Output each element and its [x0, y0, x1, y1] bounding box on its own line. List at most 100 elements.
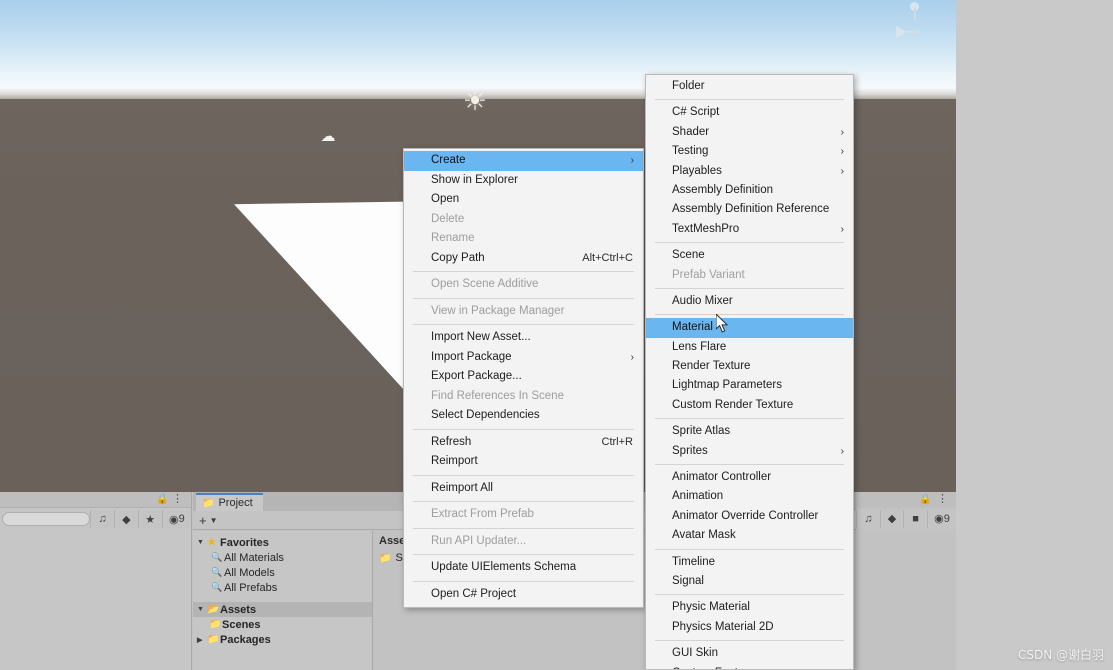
asset-context-menu[interactable]: Create › Show in Explorer Open Delete Re… — [403, 148, 644, 608]
submenu-item-lens-flare[interactable]: Lens Flare — [646, 338, 853, 357]
menu-item-open[interactable]: Open — [404, 190, 643, 210]
menu-item-import-package[interactable]: Import Package › — [404, 348, 643, 368]
tab-project-label: Project — [218, 497, 253, 509]
tab-project[interactable]: 📁 Project — [196, 493, 263, 511]
gizmos-toggle[interactable]: ■ — [903, 509, 927, 528]
cloud-icon[interactable]: ☁ — [316, 128, 340, 146]
tree-item-favorites[interactable]: ▼ ★ Favorites — [193, 535, 372, 550]
submenu-item-custom-render-texture[interactable]: Custom Render Texture — [646, 396, 853, 415]
submenu-item-textmeshpro[interactable]: TextMeshPro › — [646, 220, 853, 239]
submenu-item-testing[interactable]: Testing › — [646, 142, 853, 161]
layers-eye-icon: ◉ — [168, 513, 179, 526]
tree-item-all-models[interactable]: 🔍 All Models — [193, 565, 372, 580]
menu-item-open-csharp-project[interactable]: Open C# Project — [404, 585, 643, 605]
submenu-item-timeline[interactable]: Timeline — [646, 553, 853, 572]
tree-item-scenes[interactable]: 📁 Scenes — [193, 617, 372, 632]
menu-separator — [655, 242, 844, 244]
layers-eye-icon: ◉ — [934, 513, 944, 525]
submenu-item-label: Testing — [672, 145, 709, 158]
menu-separator — [413, 501, 634, 502]
project-tree[interactable]: ▼ ★ Favorites 🔍 All Materials 🔍 All Mode… — [193, 531, 373, 670]
layers-count-button[interactable]: ◉ 9 — [926, 509, 956, 528]
submenu-item-shader[interactable]: Shader › — [646, 123, 853, 142]
menu-item-select-dependencies[interactable]: Select Dependencies — [404, 406, 643, 426]
menu-separator — [413, 297, 634, 299]
submenu-item-label: Material — [672, 321, 713, 334]
submenu-item-gui-skin[interactable]: GUI Skin — [646, 644, 853, 663]
audio-listener-toggle[interactable]: ♫ — [90, 510, 114, 528]
audio-listener-toggle[interactable]: ♫ — [856, 509, 880, 528]
menu-separator — [655, 464, 844, 466]
menu-item-label: Reimport — [431, 455, 478, 467]
submenu-item-label: Lightmap Parameters — [672, 379, 782, 392]
menu-item-update-uielements-schema[interactable]: Update UIElements Schema — [404, 558, 643, 578]
tree-item-label: All Models — [224, 566, 275, 579]
submenu-item-avatar-mask[interactable]: Avatar Mask — [646, 526, 853, 545]
folder-icon: 📁 — [207, 634, 220, 645]
gizmo-axis-x — [896, 26, 907, 38]
sun-icon[interactable]: ☀ — [460, 86, 490, 116]
submenu-item-folder[interactable]: Folder — [646, 77, 853, 96]
search-input[interactable] — [2, 512, 91, 526]
menu-item-export-package[interactable]: Export Package... — [404, 367, 643, 387]
submenu-item-csharp-script[interactable]: C# Script — [646, 103, 853, 122]
submenu-item-render-texture[interactable]: Render Texture — [646, 357, 853, 376]
create-submenu[interactable]: Folder C# Script Shader › Testing › Play… — [645, 74, 854, 670]
submenu-item-label: Prefab Variant — [672, 268, 745, 281]
submenu-item-signal[interactable]: Signal — [646, 572, 853, 591]
menu-item-reimport[interactable]: Reimport — [404, 452, 643, 472]
menu-item-import-new-asset[interactable]: Import New Asset... — [404, 328, 643, 348]
tree-item-all-materials[interactable]: 🔍 All Materials — [193, 550, 372, 565]
menu-item-show-in-explorer[interactable]: Show in Explorer — [404, 171, 643, 191]
chevron-down-icon[interactable]: ▼ — [197, 606, 207, 613]
submenu-item-animator-controller[interactable]: Animator Controller — [646, 468, 853, 487]
lock-icon[interactable]: 🔒 — [156, 494, 168, 506]
menu-item-refresh[interactable]: Refresh Ctrl+R — [404, 433, 643, 453]
submenu-item-animator-override-controller[interactable]: Animator Override Controller — [646, 507, 853, 526]
menu-item-shortcut: Ctrl+R — [601, 435, 633, 448]
kebab-menu-icon[interactable]: ⋮ — [937, 493, 948, 506]
inspector-column — [956, 0, 1113, 670]
tree-item-all-prefabs[interactable]: 🔍 All Prefabs — [193, 580, 372, 595]
gizmos-star-toggle[interactable]: ★ — [137, 510, 162, 528]
lock-icon[interactable]: 🔒 — [919, 494, 931, 506]
submenu-item-sprites[interactable]: Sprites › — [646, 442, 853, 461]
chevron-down-icon[interactable]: ▼ — [197, 539, 207, 546]
fx-toggle[interactable]: ◆ — [113, 510, 138, 528]
menu-item-reimport-all[interactable]: Reimport All — [404, 479, 643, 499]
submenu-item-physics-material-2d[interactable]: Physics Material 2D — [646, 618, 853, 637]
submenu-item-label: Animation — [672, 490, 724, 503]
submenu-item-label: Audio Mixer — [672, 294, 733, 307]
add-asset-button[interactable]: + — [199, 513, 207, 528]
submenu-item-audio-mixer[interactable]: Audio Mixer — [646, 292, 853, 311]
menu-separator — [413, 474, 634, 476]
search-icon: 🔍 — [211, 552, 223, 562]
submenu-item-label: Lens Flare — [672, 340, 727, 353]
submenu-item-animation[interactable]: Animation — [646, 487, 853, 506]
chevron-right-icon: › — [840, 126, 844, 138]
kebab-menu-icon[interactable]: ⋮ — [172, 493, 183, 506]
layers-count-button[interactable]: ◉ 9 — [161, 510, 191, 528]
menu-item-label: Export Package... — [431, 370, 522, 382]
submenu-item-physic-material[interactable]: Physic Material — [646, 598, 853, 617]
tree-item-assets[interactable]: ▼ 📂 Assets — [193, 602, 372, 617]
menu-separator — [655, 640, 844, 642]
submenu-item-assembly-definition-reference[interactable]: Assembly Definition Reference — [646, 200, 853, 219]
submenu-item-lightmap-parameters[interactable]: Lightmap Parameters — [646, 376, 853, 395]
submenu-item-custom-font[interactable]: Custom Font — [646, 664, 853, 669]
chevron-down-icon[interactable]: ▼ — [210, 516, 218, 525]
submenu-item-sprite-atlas[interactable]: Sprite Atlas — [646, 422, 853, 441]
submenu-item-scene[interactable]: Scene — [646, 246, 853, 265]
scene-orientation-gizmo[interactable] — [888, 2, 942, 48]
tree-item-packages[interactable]: ▶ 📁 Packages — [193, 632, 372, 647]
chevron-right-icon: › — [840, 223, 844, 235]
submenu-item-material[interactable]: Material — [646, 318, 853, 338]
submenu-item-label: Signal — [672, 574, 704, 587]
menu-item-copy-path[interactable]: Copy Path Alt+Ctrl+C — [404, 249, 643, 269]
submenu-item-playables[interactable]: Playables › — [646, 162, 853, 181]
chevron-right-icon[interactable]: ▶ — [197, 636, 207, 644]
fx-toggle[interactable]: ◆ — [879, 509, 904, 528]
menu-item-create[interactable]: Create › — [404, 151, 643, 171]
submenu-item-label: Animator Override Controller — [672, 509, 819, 522]
submenu-item-assembly-definition[interactable]: Assembly Definition — [646, 181, 853, 200]
